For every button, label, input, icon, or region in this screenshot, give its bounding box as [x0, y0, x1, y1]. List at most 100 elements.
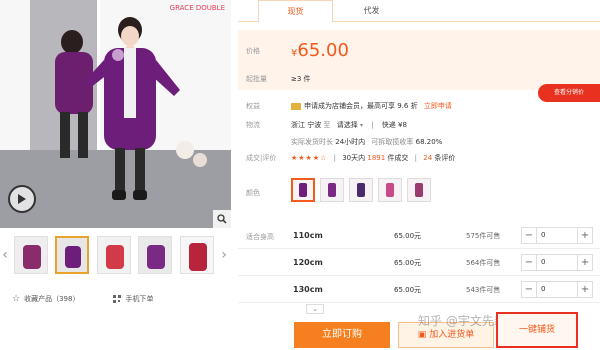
thumbnail-4[interactable]: [138, 236, 172, 274]
decrease-button[interactable]: −: [522, 228, 536, 243]
size-value: 120cm: [293, 258, 323, 267]
review-count[interactable]: 24: [423, 154, 432, 162]
star-outline-icon: ☆: [12, 294, 21, 304]
thumbnail-5[interactable]: [180, 236, 214, 274]
swatch-image: [328, 183, 336, 197]
thumbnail-strip: ‹ ›: [0, 234, 231, 276]
reviews-label: 成交|评价: [246, 154, 277, 162]
rights-label: 权益: [246, 102, 260, 110]
deal-b: 1891: [367, 154, 386, 162]
quantity-input[interactable]: 0: [536, 228, 578, 243]
photo-brand-badge: GRACE DOUBLE: [169, 4, 225, 12]
main-product-photo[interactable]: GRACE DOUBLE: [0, 0, 231, 228]
review-count-unit: 条评价: [434, 154, 456, 162]
price-label: 价格: [246, 47, 260, 55]
quantity-stepper: − 0 +: [521, 227, 593, 244]
buy-now-button[interactable]: 立即订购: [294, 322, 390, 348]
increase-button[interactable]: +: [578, 282, 592, 297]
price-number: 65.00: [297, 40, 349, 61]
play-video-button[interactable]: [8, 185, 36, 213]
expand-more-button[interactable]: ⌄: [306, 304, 324, 314]
price-value: ¥65.00: [291, 40, 349, 61]
zoom-button[interactable]: [213, 210, 231, 228]
swatch-image: [415, 183, 423, 197]
product-info-panel: 现货 代发 价格 ¥65.00 起批量 ≥3 件 查看分销价 权益 申请成为店铺…: [238, 0, 600, 350]
express-fee: 快递 ¥8: [381, 121, 407, 129]
size-stock: 543件可售: [466, 286, 501, 294]
thumbnail-3[interactable]: [97, 236, 131, 274]
size-value: 110cm: [293, 231, 323, 240]
color-swatch-5[interactable]: [407, 178, 431, 202]
color-swatch-1[interactable]: [291, 178, 315, 202]
quantity-input[interactable]: 0: [536, 255, 578, 270]
quantity-stepper: − 0 +: [521, 281, 593, 298]
apply-now-link[interactable]: 立即申请: [424, 102, 452, 110]
swatch-image: [299, 183, 307, 197]
thumbnail-image: [15, 237, 47, 273]
ship-to-label: 至: [323, 121, 331, 129]
ship-text-a: 实际发货时长: [291, 138, 333, 146]
chevron-down-icon: ⌄: [312, 305, 318, 313]
increase-button[interactable]: +: [578, 255, 592, 270]
favorite-row: ☆ 收藏产品（398） 手机下单: [12, 292, 222, 306]
stock-tabs: 现货 代发: [238, 0, 600, 23]
size-row: 120cm 65.00元 564件可售 − 0 +: [238, 249, 600, 276]
quantity-stepper: − 0 +: [521, 254, 593, 271]
decrease-button[interactable]: −: [522, 255, 536, 270]
size-price: 65.00元: [394, 259, 422, 267]
logistics-label: 物流: [246, 121, 260, 129]
favorite-label: 收藏产品（398）: [24, 295, 80, 303]
magnifier-icon: [217, 214, 227, 224]
thumbnail-image: [98, 237, 130, 273]
reviews-value: ★★★★☆ | 30天内 1891 件成交 | 24 条评价: [291, 154, 456, 162]
mobile-order-link[interactable]: 手机下单: [113, 294, 153, 304]
qr-code-icon: [113, 295, 122, 303]
thumb-prev-arrow[interactable]: ‹: [0, 246, 10, 264]
color-swatch-3[interactable]: [349, 178, 373, 202]
moq-label: 起批量: [246, 75, 267, 83]
tab-dropship[interactable]: 代发: [334, 0, 409, 22]
logistics-value: 浙江 宁波 至 请选择 ▾ | 快递 ¥8: [291, 121, 407, 129]
tab-in-stock[interactable]: 现货: [258, 0, 333, 23]
rights-text: 申请成为店铺会员，最高可享 9.6 折: [304, 102, 418, 110]
size-stock: 564件可售: [466, 259, 501, 267]
size-price: 65.00元: [394, 286, 422, 294]
ship-from: 浙江 宁波: [291, 121, 322, 129]
deal-c: 件成交: [387, 154, 409, 162]
decrease-button[interactable]: −: [522, 282, 536, 297]
swatch-image: [386, 183, 394, 197]
cart-icon: ▣: [417, 330, 427, 340]
ship-text-c: 可拆取揽收率: [371, 138, 414, 146]
thumbnail-image: [57, 238, 87, 272]
mobile-order-label: 手机下单: [125, 295, 154, 303]
size-price: 65.00元: [394, 232, 422, 240]
watermark: 知乎 @宇文先森: [418, 314, 506, 328]
one-click-distribute-button[interactable]: 一键铺货: [496, 312, 578, 348]
size-row: 110cm 65.00元 575件可售 − 0 +: [238, 222, 600, 249]
thumbnail-1[interactable]: [14, 236, 48, 274]
color-swatch-2[interactable]: [320, 178, 344, 202]
moq-value: ≥3 件: [291, 75, 311, 83]
ship-text-b: 24小时内: [335, 138, 366, 146]
member-badge-icon: [291, 102, 301, 110]
shipping-stats: 实际发货时长 24小时内 可拆取揽收率 68.20%: [291, 137, 442, 147]
size-value: 130cm: [293, 285, 323, 294]
color-swatches: [291, 178, 431, 204]
color-label: 颜色: [246, 189, 260, 197]
favorite-product-link[interactable]: ☆ 收藏产品（398）: [12, 294, 79, 304]
increase-button[interactable]: +: [578, 228, 592, 243]
thumbnail-image: [181, 237, 213, 273]
color-swatch-4[interactable]: [378, 178, 402, 202]
thumb-next-arrow[interactable]: ›: [219, 246, 229, 264]
rating-stars: ★★★★☆: [291, 154, 328, 162]
play-icon: [18, 194, 26, 204]
thumbnail-2[interactable]: [55, 236, 89, 274]
destination-select[interactable]: 请选择: [337, 121, 358, 129]
add-to-cart-label: 加入进货单: [429, 330, 475, 340]
reviews-row: 成交|评价 ★★★★☆ | 30天内 1891 件成交 | 24 条评价: [238, 151, 600, 165]
swatch-image: [357, 183, 365, 197]
thumbnail-image: [139, 237, 171, 273]
chevron-down-icon: ▾: [359, 122, 363, 129]
quantity-input[interactable]: 0: [536, 282, 578, 297]
rights-value: 申请成为店铺会员，最高可享 9.6 折 立即申请: [291, 101, 452, 111]
